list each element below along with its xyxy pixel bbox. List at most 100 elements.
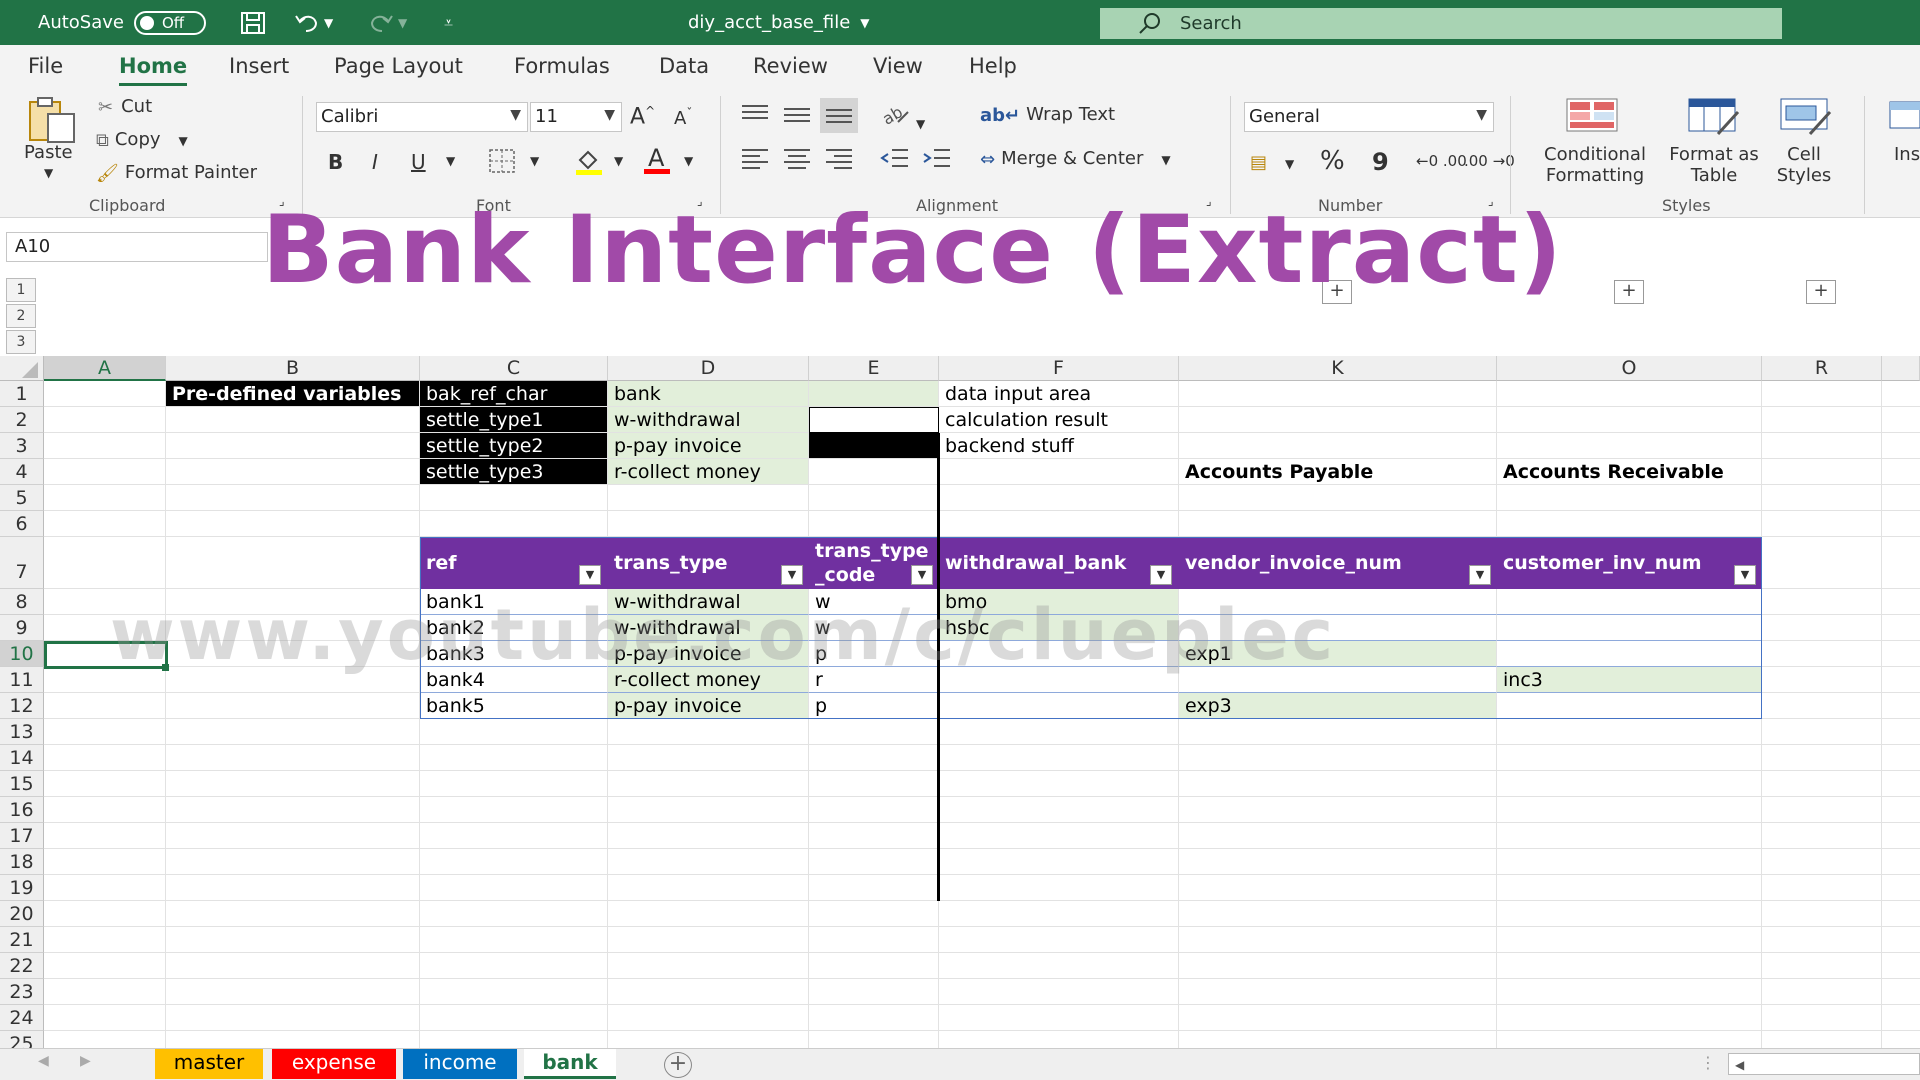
horizontal-scrollbar[interactable]: ◀ [1728,1053,1920,1075]
chevron-down-icon[interactable]: ▼ [684,154,693,168]
filter-dropdown-icon[interactable]: ▼ [911,565,933,585]
table-header-vendor-invoice-num[interactable]: vendor_invoice_num [1179,537,1497,589]
sheet-tab-income[interactable]: income [403,1049,517,1079]
row-header-13[interactable]: 13 [0,719,44,745]
row-header-6[interactable]: 6 [0,511,44,537]
name-box[interactable]: A10 [6,232,268,262]
search-box[interactable]: Search [1100,8,1782,39]
save-icon[interactable] [240,0,266,45]
font-family-combo[interactable]: Calibri ▼ [316,102,528,132]
row-header-14[interactable]: 14 [0,745,44,771]
column-header-D[interactable]: D [608,356,809,381]
scroll-left-icon[interactable]: ◀ [38,1053,49,1069]
row-header-19[interactable]: 19 [0,875,44,901]
autosave-control[interactable]: AutoSave Off [38,0,206,45]
font-size-combo[interactable]: 11 ▼ [530,102,622,132]
cell-E2-legend-calc[interactable] [809,407,939,433]
column-header-F[interactable]: F [939,356,1179,381]
row-header-7[interactable]: 7 [0,537,44,589]
tab-view[interactable]: View [873,54,923,78]
cell-E1-legend-input[interactable] [809,381,939,407]
align-right-button[interactable] [824,146,854,175]
column-header-K[interactable]: K [1179,356,1497,381]
row-header-1[interactable]: 1 [0,381,44,407]
table-header-customer-inv-num[interactable]: customer_inv_num [1497,537,1762,589]
table-cell-trans-type[interactable]: p-pay invoice [608,693,809,719]
sheet-tab-master[interactable]: master [155,1049,263,1079]
cell-styles-button[interactable]: Cell Styles [1762,144,1846,186]
autosave-toggle[interactable]: Off [133,10,206,35]
table-cell-customer-inv-num[interactable] [1497,589,1762,615]
undo-icon[interactable]: ▼ [294,0,333,45]
row-header-25[interactable]: 25 [0,1031,44,1048]
wrap-text-button[interactable]: ab↵ Wrap Text [980,104,1115,126]
cell-B1[interactable]: Pre-defined variables [166,381,420,407]
tab-page-layout[interactable]: Page Layout [334,54,463,78]
cell-D4[interactable]: r-collect money [608,459,809,485]
table-cell-withdrawal-bank[interactable] [939,693,1179,719]
decrease-indent-button[interactable] [880,146,910,175]
sheet-tab-expense[interactable]: expense [272,1049,396,1079]
table-cell-ref[interactable]: bank5 [420,693,608,719]
bold-button[interactable]: B [328,150,343,174]
row-header-8[interactable]: 8 [0,589,44,615]
insert-button-partial[interactable]: Ins [1894,144,1920,165]
cut-button[interactable]: ✂ Cut [98,96,152,118]
row-header-4[interactable]: 4 [0,459,44,485]
align-middle-button[interactable] [782,102,812,131]
cell-C4[interactable]: settle_type3 [420,459,608,485]
row-header-5[interactable]: 5 [0,485,44,511]
cell-C2[interactable]: settle_type1 [420,407,608,433]
row-header-12[interactable]: 12 [0,693,44,719]
cell-E3-legend-backend[interactable] [809,433,939,459]
row-header-16[interactable]: 16 [0,797,44,823]
font-color-button[interactable]: A [642,144,672,181]
number-format-combo[interactable]: General ▼ [1244,102,1494,132]
column-header-R[interactable]: R [1762,356,1882,381]
tab-insert[interactable]: Insert [229,54,289,78]
underline-button[interactable]: U [411,150,426,174]
align-center-button[interactable] [782,146,812,175]
add-sheet-button[interactable]: + [664,1052,692,1078]
row-header-2[interactable]: 2 [0,407,44,433]
table-cell-vendor-invoice-num[interactable]: exp3 [1179,693,1497,719]
table-cell-customer-inv-num[interactable]: inc3 [1497,667,1762,693]
sheet-tab-bank[interactable]: bank [524,1049,616,1079]
decrease-font-icon[interactable]: Aˇ [674,106,692,129]
row-header-22[interactable]: 22 [0,953,44,979]
cell-K4[interactable]: Accounts Payable [1179,459,1497,485]
worksheet-grid[interactable]: A B C D E F K O R 1 2 3 4 5 6 7 8 9 10 11 12 13 14 15 1… [0,356,1920,1048]
column-header-A[interactable]: A [44,356,166,381]
table-cell-trans-type-code[interactable]: p [809,693,939,719]
chevron-down-icon[interactable]: ▼ [446,154,455,168]
conditional-formatting-button[interactable]: Conditional Formatting [1532,144,1658,186]
filter-dropdown-icon[interactable]: ▼ [1469,565,1491,585]
cell-D2[interactable]: w-withdrawal [608,407,809,433]
filter-dropdown-icon[interactable]: ▼ [1150,565,1172,585]
row-header-24[interactable]: 24 [0,1005,44,1031]
tab-data[interactable]: Data [659,54,709,78]
borders-button[interactable] [488,148,516,179]
table-header-withdrawal-bank[interactable]: withdrawal_bank [939,537,1179,589]
chevron-down-icon[interactable]: ▼ [530,154,539,168]
customize-toolbar-icon[interactable]: ⩡ [444,0,453,45]
redo-icon[interactable]: ▼ [368,0,407,45]
cell-C3[interactable]: settle_type2 [420,433,608,459]
row-header-18[interactable]: 18 [0,849,44,875]
cell-C1[interactable]: bak_ref_char [420,381,608,407]
tab-review[interactable]: Review [753,54,828,78]
outline-level-2[interactable]: 2 [6,304,36,328]
expand-group-icon[interactable]: + [1614,280,1644,304]
align-top-button[interactable] [740,102,770,131]
outline-level-1[interactable]: 1 [6,278,36,302]
tab-help[interactable]: Help [969,54,1017,78]
align-bottom-button[interactable] [820,98,858,133]
row-header-15[interactable]: 15 [0,771,44,797]
table-cell-customer-inv-num[interactable] [1497,615,1762,641]
chevron-down-icon[interactable]: ▼ [614,154,623,168]
column-header-blank[interactable] [1882,356,1920,381]
accounting-format-button[interactable]: ▤ ▼ [1250,152,1294,173]
cell-F3[interactable]: backend stuff [939,433,1179,459]
italic-button[interactable]: I [372,150,378,174]
cell-F1[interactable]: data input area [939,381,1179,407]
